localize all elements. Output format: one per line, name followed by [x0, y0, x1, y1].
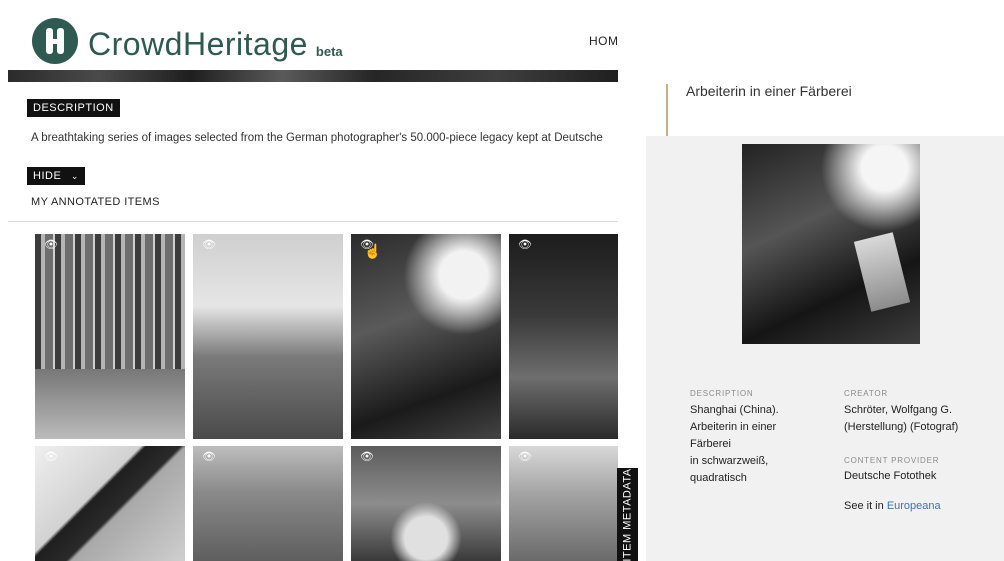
beta-badge: beta: [315, 44, 343, 59]
thumbnail-8[interactable]: 👁︎: [509, 446, 618, 561]
logo-mark-icon: [32, 18, 78, 64]
eye-icon[interactable]: 👁︎: [44, 452, 58, 463]
description-label: DESCRIPTION: [27, 99, 120, 117]
nav-home-link[interactable]: HOME: [589, 34, 618, 48]
item-description-value: Shanghai (China). Arbeiterin in einer Fä…: [690, 404, 779, 484]
thumbnail-7[interactable]: 👁︎: [351, 446, 501, 561]
eye-icon[interactable]: 👁︎: [360, 452, 374, 463]
eye-icon[interactable]: 👁︎: [44, 240, 58, 251]
creator-value: Schröter, Wolfgang G. (Herstellung) (Fot…: [844, 404, 959, 433]
thumbnail-5[interactable]: 👁︎: [35, 446, 185, 561]
creator-label: CREATOR: [844, 389, 888, 398]
item-metadata-panel: Arbeiterin in einer Färberei DESCRIPTION…: [618, 0, 1004, 561]
item-description-label: DESCRIPTION: [690, 389, 754, 398]
hand-cursor-icon: ☝: [364, 243, 382, 259]
thumbnail-4[interactable]: 👁︎: [509, 234, 618, 439]
thumbnail-2[interactable]: 👁︎: [193, 234, 343, 439]
my-annotated-items-link[interactable]: MY ANNOTATED ITEMS: [31, 196, 160, 208]
eye-icon[interactable]: 👁︎: [202, 240, 216, 251]
item-image[interactable]: [742, 144, 920, 344]
divider: [8, 221, 618, 222]
thumbnail-3[interactable]: 👁︎: [351, 234, 501, 439]
thumbnail-1[interactable]: 👁︎: [35, 234, 185, 439]
item-metadata-tab[interactable]: ITEM METADATA: [617, 468, 638, 561]
hide-button-label: HIDE: [33, 170, 62, 182]
eye-icon[interactable]: 👁︎: [202, 452, 216, 463]
item-title: Arbeiterin in einer Färberei: [686, 83, 852, 99]
eye-icon[interactable]: 👁︎: [518, 452, 532, 463]
chevron-down-icon: ⌄: [70, 171, 79, 181]
eye-icon[interactable]: 👁︎: [518, 240, 532, 251]
see-it-in: See it in Europeana: [844, 500, 941, 512]
thumbnail-6[interactable]: 👁︎: [193, 446, 343, 561]
crowdheritage-logo[interactable]: CrowdHeritage beta: [32, 18, 343, 64]
logo-name: CrowdHeritage: [88, 26, 308, 62]
content-provider-value: Deutsche Fotothek: [844, 470, 937, 482]
collection-page: CrowdHeritage beta HOME DESCRIPTION A br…: [0, 0, 618, 561]
content-provider-label: CONTENT PROVIDER: [844, 456, 940, 465]
hide-toggle-button[interactable]: HIDE ⌄: [27, 167, 85, 185]
item-metadata-tab-label: ITEM METADATA: [621, 467, 634, 561]
europeana-link[interactable]: Europeana: [887, 500, 941, 512]
collection-description: A breathtaking series of images selected…: [31, 132, 603, 144]
collection-banner-image: [8, 70, 618, 82]
